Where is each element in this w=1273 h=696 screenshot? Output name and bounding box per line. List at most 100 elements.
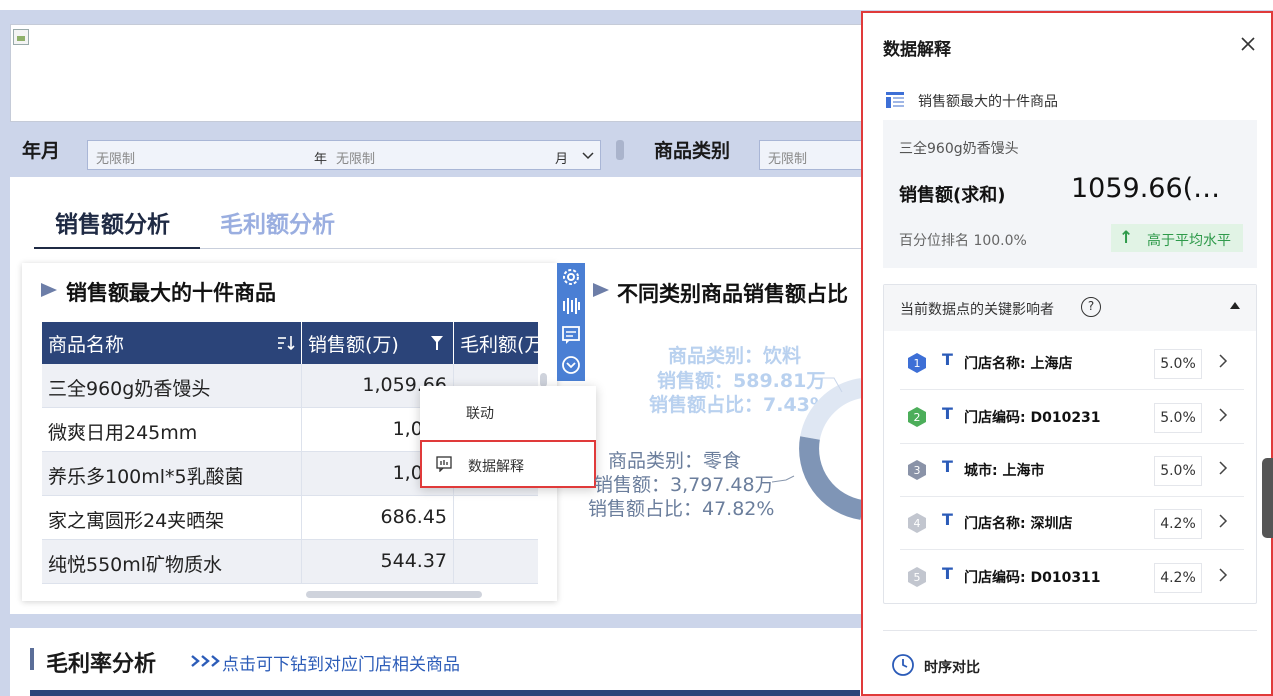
settings-icon[interactable] (561, 267, 581, 287)
summary-percentile: 百分位排名 100.0% (899, 233, 1027, 249)
category-filter-input[interactable]: 无限制 (759, 140, 862, 170)
broken-image-icon (13, 29, 29, 45)
cell-product-name: 微爽日用245mm (42, 408, 302, 451)
key-influencers-card: 当前数据点的关键影响者 ? 1 T 门店名称: 上海店 5.0% 2 T 门店编… (883, 284, 1257, 604)
svg-text:3: 3 (914, 464, 921, 477)
collapse-icon[interactable] (1230, 302, 1240, 309)
tab-sales-analysis[interactable]: 销售额分析 (55, 205, 170, 239)
widget-toolbar (557, 263, 585, 381)
donut-slice-other (800, 378, 862, 441)
rank-2-icon: 2 (908, 407, 926, 427)
filter-bar: 年月 无限制 年 无限制 月 商品类别 无限制 (0, 126, 862, 176)
svg-text:5: 5 (914, 571, 921, 584)
dimension-icon: T (942, 350, 953, 369)
svg-text:1: 1 (914, 357, 921, 370)
month-suffix: 月 (555, 152, 569, 167)
yearmonth-filter-input[interactable]: 无限制 年 无限制 月 (87, 140, 601, 170)
drill-arrows-icon (191, 655, 220, 667)
clock-icon (892, 654, 914, 676)
panel-title: 数据解释 (883, 40, 951, 60)
pie-label-snack-sales: 销售额：3,797.48万 (594, 474, 774, 496)
chevron-right-icon[interactable] (1218, 405, 1228, 425)
table-header: 商品名称 销售额(万) 毛利额(万 (42, 322, 538, 364)
column-header-sales-label: 销售额(万) (308, 334, 399, 356)
active-tab-underline (34, 247, 200, 249)
dimension-icon: T (942, 404, 953, 423)
influencer-percent: 5.0% (1154, 349, 1202, 379)
profit-rate-title: 毛利率分析 (46, 652, 157, 677)
source-widget-label: 销售额最大的十件商品 (918, 94, 1058, 110)
drill-down-link[interactable]: 点击可下钻到对应门店相关商品 (222, 650, 460, 675)
influencer-label: 门店名称: 深圳店 (964, 516, 1073, 532)
top-strip (0, 0, 1273, 10)
menu-item-data-explain-label: 数据解释 (468, 459, 524, 475)
table-vertical-scrollbar[interactable] (540, 373, 547, 387)
more-options-icon[interactable] (561, 355, 581, 375)
section-accent-bar (30, 648, 34, 670)
profit-rate-section: 毛利率分析 点击可下钻到对应门店相关商品 (10, 628, 862, 696)
category-filter-label: 商品类别 (654, 140, 731, 162)
column-header-name[interactable]: 商品名称 (42, 322, 302, 364)
dimension-icon: T (942, 457, 953, 476)
filter-separator (616, 140, 624, 160)
rank-4-icon: 4 (908, 513, 926, 533)
sort-icon[interactable] (277, 335, 295, 351)
yearmonth-filter-label: 年月 (22, 140, 61, 162)
chevron-down-icon[interactable] (582, 151, 594, 161)
filter-icon[interactable] (431, 335, 443, 351)
influencer-percent: 4.2% (1154, 563, 1202, 593)
comment-icon[interactable] (561, 325, 581, 345)
influencer-row[interactable]: 1 T 门店名称: 上海店 5.0% (900, 337, 1244, 390)
chevron-right-icon[interactable] (1218, 458, 1228, 478)
chevron-right-icon[interactable] (1218, 565, 1228, 585)
chevron-right-icon[interactable] (1218, 511, 1228, 531)
close-icon[interactable] (1237, 33, 1259, 55)
summary-measure: 销售额(求和) (899, 185, 1006, 206)
key-influencers-header[interactable]: 当前数据点的关键影响者 ? (884, 285, 1256, 331)
section-marker-icon (593, 283, 609, 297)
influencer-row[interactable]: 3 T 城市: 上海市 5.0% (900, 444, 1244, 497)
tab-profit-analysis[interactable]: 毛利额分析 (220, 205, 335, 239)
rank-1-icon: 1 (908, 353, 926, 373)
influencer-label: 城市: 上海市 (964, 463, 1045, 479)
cell-sales: 544.37 (302, 540, 454, 583)
summary-item-name: 三全960g奶香馒头 (899, 141, 1019, 157)
influencer-label: 门店编码: D010231 (964, 410, 1101, 426)
svg-text:2: 2 (914, 411, 921, 424)
rank-3-icon: 3 (908, 460, 926, 480)
donut-chart[interactable] (770, 368, 862, 528)
help-icon[interactable]: ? (1081, 297, 1101, 317)
table-horizontal-scrollbar[interactable] (306, 591, 482, 598)
influencer-row[interactable]: 4 T 门店名称: 深圳店 4.2% (900, 497, 1244, 550)
cell-sales: 686.45 (302, 496, 454, 539)
chevron-right-icon[interactable] (1218, 351, 1228, 371)
arrow-up-icon: ↑ (1119, 228, 1134, 248)
time-comparison-label[interactable]: 时序对比 (924, 657, 980, 677)
table-row[interactable]: 纯悦550ml矿物质水 544.37 (42, 540, 538, 584)
table-row[interactable]: 家之寓圆形24夹晒架 686.45 (42, 496, 538, 540)
column-header-sales[interactable]: 销售额(万) (302, 322, 454, 364)
influencer-row[interactable]: 5 T 门店编码: D010311 4.2% (900, 551, 1244, 604)
key-influencers-title: 当前数据点的关键影响者 (900, 302, 1054, 318)
year-placeholder: 无限制 (96, 152, 136, 167)
pie-label-snack-category: 商品类别：零食 (608, 450, 742, 472)
section-marker-icon (41, 283, 57, 297)
column-header-profit[interactable]: 毛利额(万 (454, 322, 538, 364)
chart-type-icon[interactable] (561, 296, 581, 316)
influencer-row[interactable]: 2 T 门店编码: D010231 5.0% (900, 391, 1244, 444)
pie-label-snack-share: 销售额占比：47.82% (588, 498, 775, 520)
menu-item-data-explain[interactable]: 数据解释 (420, 440, 596, 488)
column-header-profit-label: 毛利额(万 (460, 334, 538, 356)
menu-item-linkage[interactable]: 联动 (420, 388, 596, 436)
month-placeholder: 无限制 (336, 152, 376, 167)
column-header-name-label: 商品名称 (48, 334, 125, 356)
rank-5-icon: 5 (908, 567, 926, 587)
summary-card: 三全960g奶香馒头 销售额(求和) 1059.66(… 百分位排名 100.0… (883, 120, 1257, 268)
leader-line-snack (771, 475, 795, 483)
top-products-title: 销售额最大的十件商品 (66, 281, 276, 305)
cell-product-name: 家之寓圆形24夹晒架 (42, 496, 302, 539)
pie-label-drink-category: 商品类别：饮料 (668, 345, 802, 367)
influencer-percent: 4.2% (1154, 509, 1202, 539)
table-header-strip (30, 690, 860, 696)
page-scroll-handle[interactable] (1262, 458, 1273, 538)
